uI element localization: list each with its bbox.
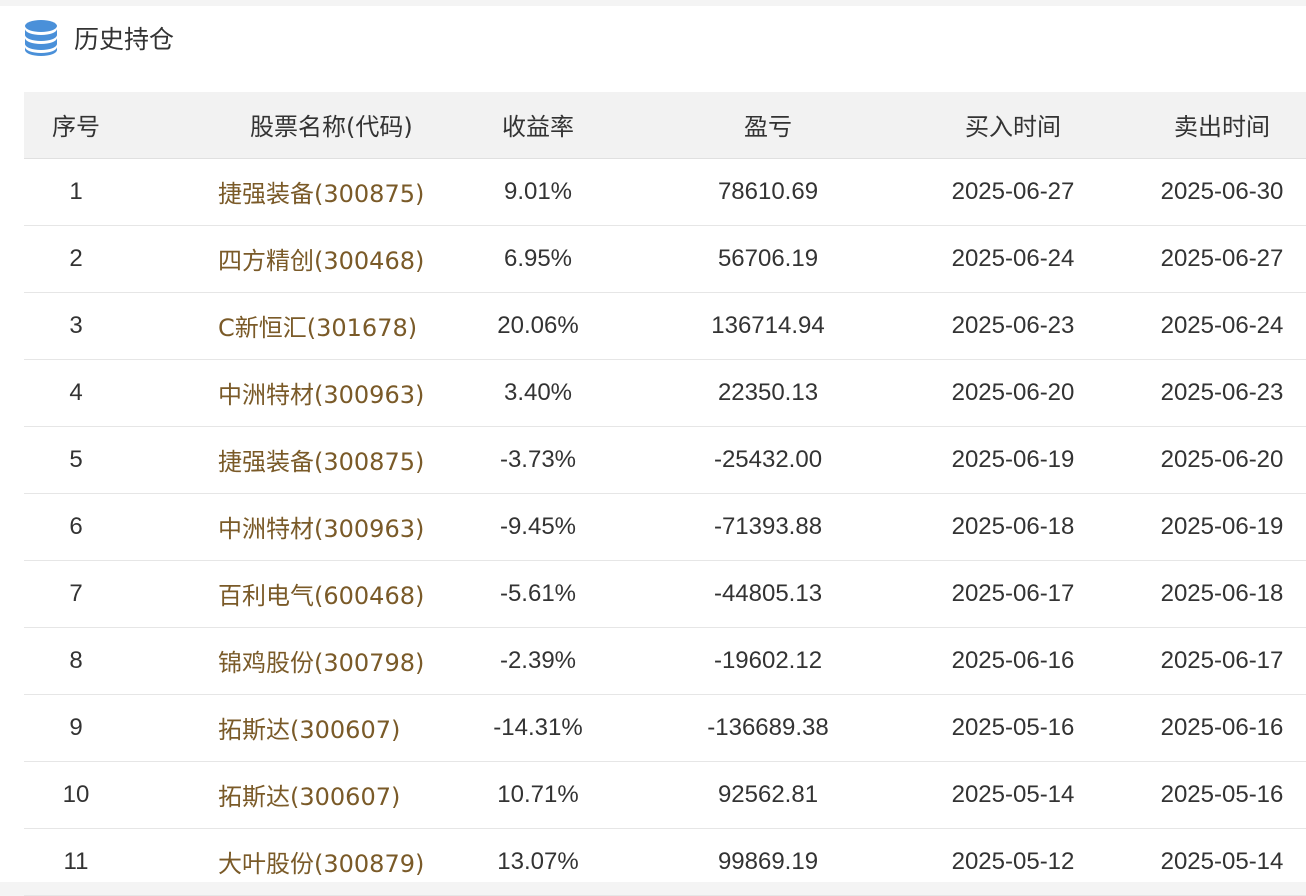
cell-pnl: -44805.13: [648, 560, 888, 628]
cell-stock-name[interactable]: 锦鸡股份(300798): [128, 627, 428, 695]
cell-sell-date: 2025-06-16: [1138, 694, 1306, 762]
cell-buy-date: 2025-05-12: [888, 828, 1138, 896]
cell-stock-name[interactable]: 百利电气(600468): [128, 560, 428, 628]
table-row[interactable]: 3 C新恒汇(301678) 20.06% 136714.94 2025-06-23 20…: [24, 292, 1306, 360]
cell-buy-date: 2025-06-19: [888, 426, 1138, 494]
cell-stock-name[interactable]: 捷强装备(300875): [128, 158, 428, 226]
table-row[interactable]: 5 捷强装备(300875) -3.73% -25432.00 2025-06-19 20…: [24, 426, 1306, 494]
table-row[interactable]: 2 四方精创(300468) 6.95% 56706.19 2025-06-24 2025…: [24, 225, 1306, 293]
cell-pnl: 99869.19: [648, 828, 888, 896]
holdings-table: 序号 股票名称(代码) 收益率 盈亏 买入时间 卖出时间 1 捷强装备(30087…: [24, 92, 1306, 896]
table-header-row: 序号 股票名称(代码) 收益率 盈亏 买入时间 卖出时间: [24, 92, 1306, 159]
table-row[interactable]: 7 百利电气(600468) -5.61% -44805.13 2025-06-17 20…: [24, 560, 1306, 628]
cell-sell-date: 2025-06-30: [1138, 158, 1306, 226]
cell-return-rate: -9.45%: [428, 493, 648, 561]
cell-return-rate: 9.01%: [428, 158, 648, 226]
cell-buy-date: 2025-06-27: [888, 158, 1138, 226]
cell-buy-date: 2025-06-20: [888, 359, 1138, 427]
cell-index: 2: [24, 225, 128, 293]
cell-buy-date: 2025-06-23: [888, 292, 1138, 360]
cell-stock-name[interactable]: 拓斯达(300607): [128, 694, 428, 762]
cell-stock-name[interactable]: 拓斯达(300607): [128, 761, 428, 829]
table-row[interactable]: 8 锦鸡股份(300798) -2.39% -19602.12 2025-06-16 20…: [24, 627, 1306, 695]
cell-stock-name[interactable]: 捷强装备(300875): [128, 426, 428, 494]
cell-sell-date: 2025-06-18: [1138, 560, 1306, 628]
header-stock-name[interactable]: 股票名称(代码): [128, 92, 428, 159]
cell-buy-date: 2025-06-24: [888, 225, 1138, 293]
cell-pnl: -71393.88: [648, 493, 888, 561]
cell-sell-date: 2025-06-20: [1138, 426, 1306, 494]
history-holdings-panel: 历史持仓 序号 股票名称(代码) 收益率 盈亏 买入时间 卖出时间 1 捷强装备(…: [0, 6, 1306, 896]
cell-sell-date: 2025-06-19: [1138, 493, 1306, 561]
cell-stock-name[interactable]: 中洲特材(300963): [128, 359, 428, 427]
panel-header: 历史持仓: [24, 18, 174, 58]
cell-pnl: 78610.69: [648, 158, 888, 226]
header-sell-date[interactable]: 卖出时间: [1138, 92, 1306, 159]
cell-pnl: 56706.19: [648, 225, 888, 293]
cell-stock-name[interactable]: 中洲特材(300963): [128, 493, 428, 561]
cell-return-rate: 13.07%: [428, 828, 648, 896]
cell-pnl: 136714.94: [648, 292, 888, 360]
cell-stock-name[interactable]: C新恒汇(301678): [128, 292, 428, 360]
cell-sell-date: 2025-06-27: [1138, 225, 1306, 293]
cell-return-rate: -14.31%: [428, 694, 648, 762]
header-index[interactable]: 序号: [24, 92, 128, 159]
cell-index: 11: [24, 828, 128, 896]
header-buy-date[interactable]: 买入时间: [888, 92, 1138, 159]
cell-index: 3: [24, 292, 128, 360]
cell-index: 10: [24, 761, 128, 829]
cell-return-rate: -3.73%: [428, 426, 648, 494]
cell-stock-name[interactable]: 四方精创(300468): [128, 225, 428, 293]
header-pnl[interactable]: 盈亏: [648, 92, 888, 159]
cell-pnl: -19602.12: [648, 627, 888, 695]
database-icon: [24, 19, 58, 57]
cell-index: 4: [24, 359, 128, 427]
cell-return-rate: -2.39%: [428, 627, 648, 695]
cell-return-rate: -5.61%: [428, 560, 648, 628]
cell-pnl: 22350.13: [648, 359, 888, 427]
cell-pnl: -136689.38: [648, 694, 888, 762]
cell-buy-date: 2025-06-18: [888, 493, 1138, 561]
cell-buy-date: 2025-05-16: [888, 694, 1138, 762]
cell-return-rate: 6.95%: [428, 225, 648, 293]
cell-buy-date: 2025-06-16: [888, 627, 1138, 695]
cell-sell-date: 2025-05-14: [1138, 828, 1306, 896]
cell-sell-date: 2025-06-17: [1138, 627, 1306, 695]
header-return-rate[interactable]: 收益率: [428, 92, 648, 159]
cell-buy-date: 2025-06-17: [888, 560, 1138, 628]
table-row[interactable]: 9 拓斯达(300607) -14.31% -136689.38 2025-05-16 2…: [24, 694, 1306, 762]
cell-index: 5: [24, 426, 128, 494]
table-row[interactable]: 4 中洲特材(300963) 3.40% 22350.13 2025-06-20 2025…: [24, 359, 1306, 427]
table-row[interactable]: 10 拓斯达(300607) 10.71% 92562.81 2025-05-14 202…: [24, 761, 1306, 829]
cell-buy-date: 2025-05-14: [888, 761, 1138, 829]
cell-index: 6: [24, 493, 128, 561]
cell-return-rate: 10.71%: [428, 761, 648, 829]
cell-stock-name[interactable]: 大叶股份(300879): [128, 828, 428, 896]
cell-index: 7: [24, 560, 128, 628]
cell-pnl: 92562.81: [648, 761, 888, 829]
cell-index: 8: [24, 627, 128, 695]
cell-pnl: -25432.00: [648, 426, 888, 494]
cell-index: 9: [24, 694, 128, 762]
cell-index: 1: [24, 158, 128, 226]
cell-sell-date: 2025-06-24: [1138, 292, 1306, 360]
table-row[interactable]: 11 大叶股份(300879) 13.07% 99869.19 2025-05-12 20…: [24, 828, 1306, 896]
table-row[interactable]: 1 捷强装备(300875) 9.01% 78610.69 2025-06-27 2025…: [24, 158, 1306, 226]
panel-title: 历史持仓: [74, 25, 175, 54]
cell-return-rate: 3.40%: [428, 359, 648, 427]
table-row[interactable]: 6 中洲特材(300963) -9.45% -71393.88 2025-06-18 20…: [24, 493, 1306, 561]
cell-sell-date: 2025-05-16: [1138, 761, 1306, 829]
cell-sell-date: 2025-06-23: [1138, 359, 1306, 427]
cell-return-rate: 20.06%: [428, 292, 648, 360]
